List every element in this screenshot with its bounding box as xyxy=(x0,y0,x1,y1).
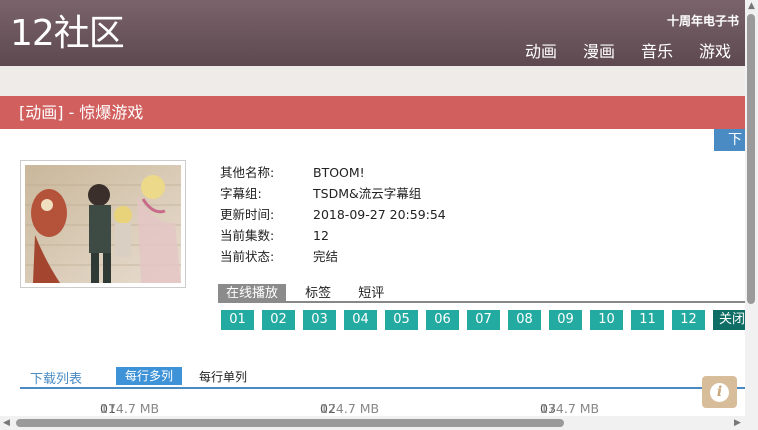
layout-single-column-button[interactable]: 每行单列 xyxy=(199,368,247,385)
download-list-title: 下载列表 xyxy=(30,372,83,387)
download-list-header: 下载列表 每行多列 每行单列 xyxy=(20,366,745,389)
nav-music[interactable]: 音乐 xyxy=(641,38,673,62)
anime-info: 其他名称: BTOOM! 字幕组: TSDM&流云字幕组 更新时间: 2018-… xyxy=(220,162,446,267)
info-key: 其他名称: xyxy=(220,165,275,180)
episode-button[interactable]: 07 xyxy=(467,310,500,330)
anniversary-link[interactable]: 十周年电子书 xyxy=(667,12,739,29)
nav-manga[interactable]: 漫画 xyxy=(583,38,615,62)
episode-button[interactable]: 04 xyxy=(344,310,377,330)
info-row-status: 当前状态: 完结 xyxy=(220,246,446,267)
episode-button[interactable]: 06 xyxy=(426,310,459,330)
nav-games[interactable]: 游戏 xyxy=(699,38,731,62)
info-key: 当前集数: xyxy=(220,228,275,243)
site-logo[interactable]: 12社区 xyxy=(10,12,125,56)
layout-multi-column-button[interactable]: 每行多列 xyxy=(116,367,183,385)
content-tabs: 在线播放 标签 短评 xyxy=(218,282,745,303)
download-tab[interactable]: 下载 xyxy=(714,129,745,151)
episode-button[interactable]: 11 xyxy=(631,310,664,330)
episode-button[interactable]: 01 xyxy=(221,310,254,330)
horizontal-scroll-thumb[interactable] xyxy=(16,419,564,427)
episode-button[interactable]: 10 xyxy=(590,310,623,330)
header-band xyxy=(0,66,745,96)
info-value: 2018-09-27 20:59:54 xyxy=(313,207,446,222)
cover-artwork xyxy=(25,165,181,283)
episode-list: 01 02 03 04 05 06 07 08 09 10 11 12 关闭 xyxy=(221,310,745,330)
scroll-left-icon[interactable]: ◀ xyxy=(3,418,10,428)
episode-button[interactable]: 02 xyxy=(262,310,295,330)
scroll-up-icon[interactable]: ▲ xyxy=(748,1,755,11)
cover-image xyxy=(20,160,186,288)
info-row-updated: 更新时间: 2018-09-27 20:59:54 xyxy=(220,204,446,225)
main-nav: 动画 漫画 音乐 游戏 xyxy=(525,38,731,62)
episode-button[interactable]: 03 xyxy=(303,310,336,330)
scroll-right-icon[interactable]: ▶ xyxy=(734,418,741,428)
site-header: 12社区 十周年电子书 动画 漫画 音乐 游戏 xyxy=(0,0,745,66)
info-key: 当前状态: xyxy=(220,249,275,264)
close-button[interactable]: 关闭 xyxy=(713,310,745,330)
info-key: 字幕组: xyxy=(220,186,262,201)
info-button[interactable]: i xyxy=(702,376,737,408)
episode-button[interactable]: 05 xyxy=(385,310,418,330)
tab-tags[interactable]: 标签 xyxy=(297,284,339,303)
info-value: BTOOM! xyxy=(313,165,365,180)
info-icon: i xyxy=(710,383,729,402)
vertical-scroll-thumb[interactable] xyxy=(747,14,755,304)
info-key: 更新时间: xyxy=(220,207,275,222)
tab-online-play[interactable]: 在线播放 xyxy=(218,284,287,303)
info-value: 完结 xyxy=(313,249,339,264)
page-title-bar: [动画] - 惊爆游戏 xyxy=(0,96,745,129)
info-row-alias: 其他名称: BTOOM! xyxy=(220,162,446,183)
info-value: 12 xyxy=(313,228,329,243)
page-title: [动画] - 惊爆游戏 xyxy=(19,103,144,122)
episode-button[interactable]: 12 xyxy=(672,310,705,330)
info-row-subgroup: 字幕组: TSDM&流云字幕组 xyxy=(220,183,446,204)
episode-button[interactable]: 08 xyxy=(508,310,541,330)
info-row-episodes: 当前集数: 12 xyxy=(220,225,446,246)
episode-button[interactable]: 09 xyxy=(549,310,582,330)
nav-anime[interactable]: 动画 xyxy=(525,38,557,62)
tab-short-reviews[interactable]: 短评 xyxy=(350,284,392,303)
info-value: TSDM&流云字幕组 xyxy=(313,186,422,201)
